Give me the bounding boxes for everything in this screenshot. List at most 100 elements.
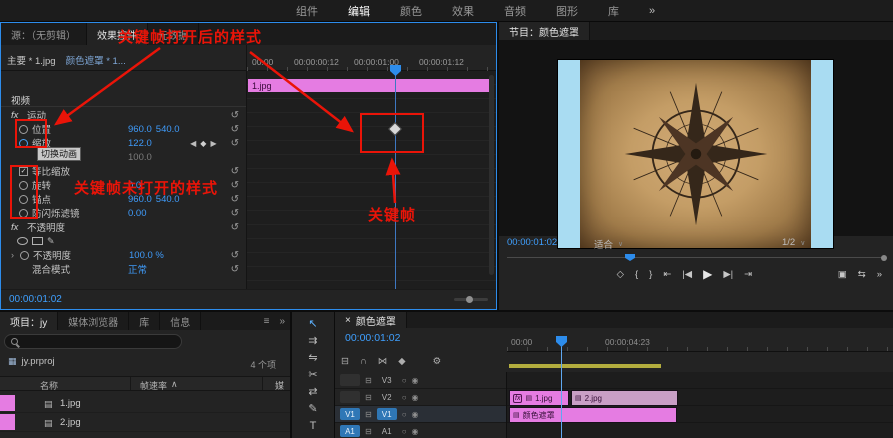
reset-icon[interactable]: ↺ [231, 110, 239, 121]
uniform-scale-checkbox[interactable]: ✓ [19, 166, 28, 176]
workspace-tab-effects[interactable]: 效果 [452, 3, 474, 19]
snap-toggle-icon[interactable]: ∩ [360, 356, 367, 367]
add-remove-keyframe-icon[interactable]: ◆ [200, 139, 206, 148]
program-scrubber[interactable] [507, 254, 887, 261]
reset-icon[interactable]: ↺ [231, 194, 239, 205]
sync-lock-icon[interactable]: ⊟ [365, 376, 372, 385]
rotation-value[interactable]: 0.0 [128, 180, 141, 191]
panel-overflow-icon[interactable]: » [274, 312, 290, 330]
tab-info[interactable]: 信息 [160, 312, 202, 330]
go-to-out-button[interactable]: ⇥ [739, 269, 757, 280]
column-name[interactable]: 名称 [40, 379, 58, 392]
scrubber-end-knob[interactable] [881, 255, 887, 261]
playhead-handle[interactable] [625, 254, 635, 261]
transport-overflow-button[interactable]: » [872, 269, 887, 280]
label-color-chip[interactable] [0, 395, 15, 411]
sync-lock-icon[interactable]: ⊟ [365, 427, 372, 436]
step-forward-button[interactable]: ▶| [718, 269, 738, 280]
sequence-clip-label[interactable]: 颜色遮罩 * 1... [66, 53, 126, 67]
mark-in-button[interactable]: { [630, 269, 643, 280]
track-output-eye-icon[interactable]: ◉ [412, 393, 419, 402]
rotation-row[interactable]: 旋转 0.0 ↺ [1, 178, 246, 192]
timeline-settings-icon[interactable]: ⚙ [433, 356, 442, 367]
track-output-eye-icon[interactable]: ◉ [412, 410, 419, 419]
track-output-eye-icon[interactable]: ◉ [412, 376, 419, 385]
anchor-point-row[interactable]: 锚点 960.0 540.0 ↺ [1, 192, 246, 206]
slip-tool-icon[interactable]: ⇄ [300, 383, 326, 400]
close-tab-icon[interactable]: × [345, 315, 351, 326]
toggle-animation-stopwatch-icon[interactable] [20, 250, 29, 260]
opacity-effect-row[interactable]: fx 不透明度 ↺ [1, 220, 246, 235]
track-lock-icon[interactable]: ○ [402, 427, 407, 436]
column-framerate[interactable]: 帧速率 ∧ [140, 379, 178, 392]
blend-mode-row[interactable]: 混合模式 正常 ↺ [1, 262, 246, 277]
sync-lock-icon[interactable]: ⊟ [365, 410, 372, 419]
toggle-animation-stopwatch-icon[interactable] [19, 208, 28, 218]
reset-icon[interactable]: ↺ [231, 208, 239, 219]
export-frame-button[interactable]: ▣ [833, 269, 852, 280]
track-row-v1[interactable]: V1 ⊟ V1 ○ ◉ [335, 406, 506, 423]
toggle-animation-stopwatch-icon-active[interactable] [19, 138, 28, 148]
tab-project[interactable]: 项目：jy [0, 312, 59, 330]
step-back-button[interactable]: |◀ [677, 269, 697, 280]
reset-icon[interactable]: ↺ [231, 124, 239, 135]
position-row[interactable]: 位置 960.0 540.0 ↺ [1, 122, 246, 136]
uniform-scale-row[interactable]: ✓ 等比缩放 ↺ [1, 164, 246, 178]
tab-libraries[interactable]: 库 [129, 312, 161, 330]
source-patch[interactable]: V1 [340, 408, 360, 420]
scrollbar[interactable] [489, 75, 494, 275]
previous-keyframe-icon[interactable]: ◀ [190, 139, 196, 148]
workspace-tab-editing[interactable]: 编辑 [348, 3, 370, 19]
item-name[interactable]: 1.jpg [60, 398, 81, 409]
track-label[interactable]: V1 [376, 408, 397, 420]
mark-out-button[interactable]: } [644, 269, 657, 280]
pen-mask-icon[interactable]: ✎ [47, 236, 55, 247]
selection-tool-icon[interactable]: ↖ [300, 315, 326, 332]
workspace-tab-color[interactable]: 颜色 [400, 3, 422, 19]
track-row-v3[interactable]: ⊟ V3 ○ ◉ [335, 372, 506, 389]
panel-menu-icon[interactable]: ≡ [259, 312, 275, 330]
column-divider[interactable] [262, 377, 263, 390]
toggle-animation-stopwatch-icon[interactable] [19, 180, 28, 190]
source-patch[interactable] [340, 391, 360, 403]
ellipse-mask-icon[interactable] [17, 237, 28, 245]
zoom-slider-handle[interactable] [466, 296, 473, 303]
workspace-tab-libraries[interactable]: 库 [608, 3, 619, 19]
resolution-dropdown[interactable]: 1/2 ∨ [782, 237, 805, 248]
track-output-eye-icon[interactable]: ◉ [412, 427, 419, 436]
rectangle-mask-icon[interactable] [32, 237, 43, 245]
timeline-clip-2jpg[interactable]: ▤ 2.jpg [571, 390, 678, 406]
tab-source-monitor[interactable]: 源：（无剪辑） [1, 23, 87, 45]
track-label[interactable]: V2 [377, 391, 397, 403]
go-to-in-button[interactable]: ⇤ [658, 269, 676, 280]
pen-tool-icon[interactable]: ✎ [300, 400, 326, 417]
next-keyframe-icon[interactable]: ▶ [210, 139, 216, 148]
track-lock-icon[interactable]: ○ [402, 410, 407, 419]
reset-icon[interactable]: ↺ [231, 180, 239, 191]
reset-icon[interactable]: ↺ [231, 166, 239, 177]
tab-metadata[interactable]: 元数据 [148, 23, 199, 45]
reset-icon[interactable]: ↺ [231, 138, 239, 149]
workspace-tab-audio[interactable]: 音频 [504, 3, 526, 19]
antiflicker-row[interactable]: 防闪烁滤镜 0.00 ↺ [1, 206, 246, 220]
track-label[interactable]: V3 [377, 374, 397, 386]
program-timecode[interactable]: 00:00:01:02 [507, 237, 557, 248]
project-item-row[interactable]: ▤ 2.jpg [0, 413, 290, 432]
anchor-x-value[interactable]: 960.0 [128, 194, 152, 205]
timeline-clip-1jpg[interactable]: fx ▤ 1.jpg [509, 390, 569, 406]
anchor-y-value[interactable]: 540.0 [156, 194, 180, 205]
add-marker-icon[interactable]: ◆ [398, 356, 405, 367]
track-lock-icon[interactable]: ○ [402, 393, 407, 402]
workspace-tab-graphics[interactable]: 图形 [556, 3, 578, 19]
project-search-box[interactable] [4, 334, 182, 349]
position-y-value[interactable]: 540.0 [156, 124, 180, 135]
razor-tool-icon[interactable]: ✂ [300, 366, 326, 383]
project-file-row[interactable]: ▦ jy.prproj [8, 356, 55, 367]
track-select-tool-icon[interactable]: ⇉ [300, 332, 326, 349]
motion-effect-row[interactable]: fx 运动 ↺ [1, 108, 246, 123]
toggle-animation-stopwatch-icon[interactable] [19, 124, 28, 134]
track-row-a1[interactable]: A1 ⊟ A1 ○ ◉ [335, 423, 506, 438]
blend-mode-value[interactable]: 正常 [128, 262, 147, 276]
column-media[interactable]: 媒 [275, 379, 284, 392]
type-tool-icon[interactable]: T [300, 417, 326, 434]
